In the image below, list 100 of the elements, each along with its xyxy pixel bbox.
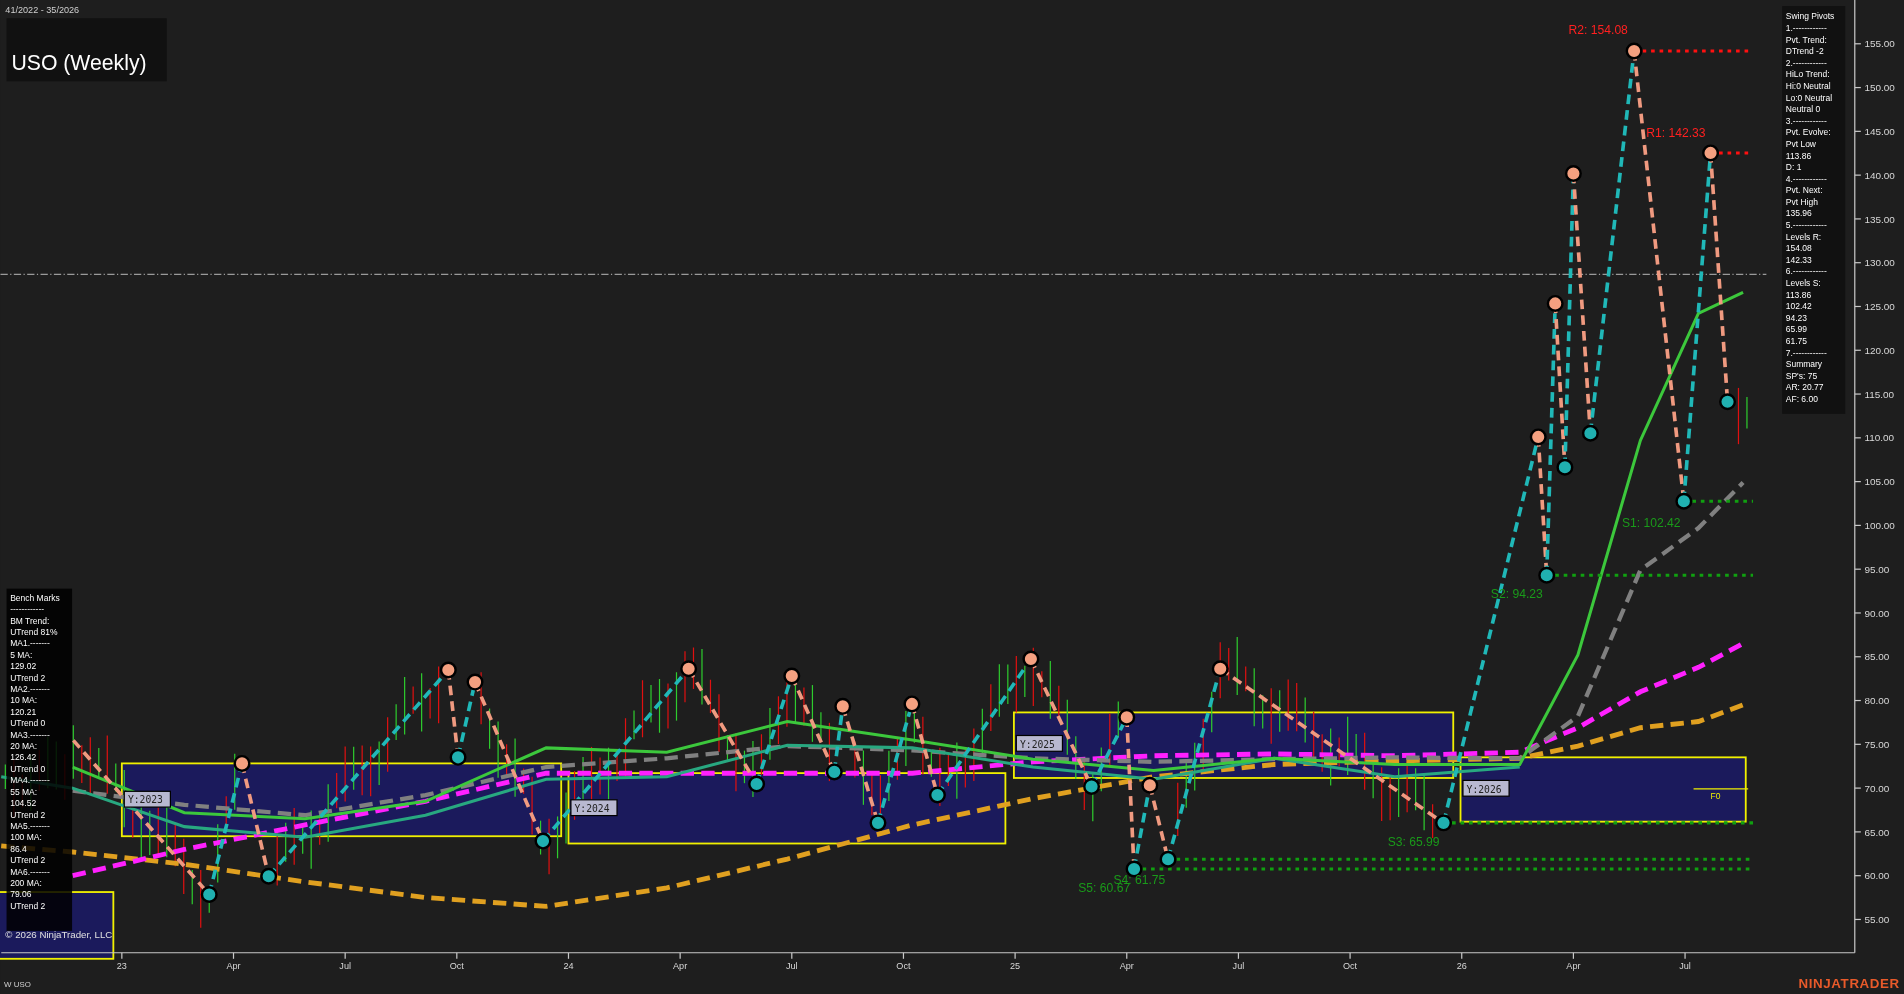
axis-tick: [1854, 699, 1862, 702]
swing-pivot-marker: [466, 673, 484, 691]
swing-pivot-marker: [903, 695, 921, 713]
swing-pivot-marker: [825, 763, 843, 781]
axis-tick: [1854, 130, 1862, 132]
axis-tick: [1854, 656, 1862, 658]
year-tag: Y:2023: [123, 790, 171, 808]
panel-text: 55 MA:: [10, 786, 38, 797]
price-axis-label: 105.00: [1864, 476, 1895, 488]
price-bars-drawing: [1262, 678, 1306, 745]
swing-pivot-marker: [1546, 294, 1564, 312]
swing-pivot-marker: [260, 867, 278, 885]
swing-pivot-marker: [1625, 42, 1643, 60]
price-axis-label: 95.00: [1864, 563, 1890, 575]
panel-text: 5.------------: [1785, 220, 1827, 231]
swing-pivot-marker: [200, 886, 218, 903]
swing-pivot-marker: [1211, 660, 1229, 678]
panel-text: UTrend 81%: [10, 627, 58, 637]
price-axis-label: 65.00: [1864, 826, 1890, 838]
axis-tick: [1854, 174, 1862, 176]
price-axis-label: 110.00: [1864, 432, 1895, 444]
panel-text: 135.96: [1785, 208, 1812, 219]
panel-text: 1.------------: [1785, 23, 1827, 33]
year-tag: Y:2026: [1462, 779, 1510, 797]
axis-tick: [1854, 875, 1862, 877]
panel-text: 100 MA:: [10, 832, 42, 843]
price-axis-label: 120.00: [1864, 344, 1895, 356]
axis-tick: [1237, 952, 1240, 960]
panel-text: Pvt. Next:: [1785, 185, 1823, 196]
panel-text: 86.4: [10, 843, 27, 854]
date-range: 41/2022 - 35/2026: [5, 5, 80, 16]
panel-text: 7.------------: [1785, 347, 1827, 358]
panel-text: AF: 6.00: [1785, 393, 1818, 404]
date-axis-label: Apr: [1119, 960, 1134, 971]
panel-text: Levels S:: [1785, 278, 1821, 288]
axis-tick: [902, 952, 905, 960]
axis-tick: [1854, 831, 1862, 833]
swing-pivot-marker: [1702, 144, 1720, 162]
swing-pivot-marker: [1022, 650, 1040, 668]
axis-tick: [1854, 481, 1862, 483]
axis-tick: [344, 952, 346, 960]
swing-pivot-marker: [439, 661, 457, 679]
panel-text: Lo:0 Neutral: [1785, 92, 1833, 103]
axis-tick: [791, 952, 793, 960]
panel-text: 10 MA:: [10, 695, 38, 706]
panel-text: 20 MA:: [10, 741, 38, 752]
axis-tick: [1349, 952, 1351, 960]
axis-tick: [1854, 218, 1862, 220]
instrument-label: W USO: [4, 979, 31, 989]
axis-tick: [121, 952, 123, 960]
price-axis-label: 55.00: [1864, 914, 1890, 926]
year-tag: Y:2024: [570, 799, 618, 817]
panel-text: Pvt Low: [1785, 138, 1816, 149]
panel-text: UTrend 2: [10, 672, 46, 683]
date-axis-label: Oct: [896, 960, 911, 971]
level-label: S3: 65.99: [1387, 834, 1440, 849]
panel-text: AR: 20.77: [1785, 382, 1824, 393]
swing-pivot-marker: [1564, 165, 1582, 183]
panel-text: HiLo Trend:: [1785, 69, 1830, 80]
date-axis-label: Jul: [339, 960, 351, 971]
date-axis-label: Oct: [449, 960, 464, 971]
panel-text: MA6.-------: [10, 866, 50, 877]
copyright-text: © 2026 NinjaTrader, LLC: [5, 929, 113, 941]
price-axis-label: 150.00: [1864, 82, 1895, 94]
panel-text: Swing Pivots: [1785, 11, 1835, 22]
axis-tick: [1854, 437, 1862, 439]
date-axis-label: Apr: [226, 960, 241, 971]
price-axis-label: 145.00: [1864, 126, 1895, 137]
price-axis-label: 130.00: [1864, 257, 1895, 269]
price-axis-label: 60.00: [1864, 870, 1890, 882]
panel-text: Pvt. Evolve:: [1785, 127, 1831, 138]
axis-tick: [1854, 393, 1862, 395]
axis-tick: [1854, 918, 1862, 921]
swing-pivot-marker: [783, 667, 801, 685]
panel-text: Pvt High: [1785, 196, 1818, 207]
level-label: R2: 154.08: [1568, 23, 1628, 37]
axis-tick: [1014, 952, 1016, 960]
price-axis-label: 100.00: [1864, 520, 1895, 532]
axis-tick: [1126, 952, 1128, 960]
date-axis-label: 26: [1456, 960, 1467, 971]
panel-text: Levels R:: [1785, 231, 1822, 242]
swing-pivot-marker: [1118, 708, 1136, 726]
panel-text: 104.52: [10, 798, 37, 809]
panel-text: 113.86: [1785, 150, 1812, 161]
swing-pivot-marker: [534, 832, 552, 850]
axis-tick: [1684, 952, 1686, 960]
panel-text: 154.08: [1785, 243, 1812, 254]
axis-tick: [232, 952, 235, 960]
panel-text: UTrend 0: [10, 763, 46, 774]
date-axis-label: Jul: [786, 960, 798, 971]
axis-tick: [679, 952, 681, 960]
axis-tick: [1572, 952, 1574, 960]
date-axis-label: 23: [116, 960, 127, 971]
swing-pivot-marker: [834, 697, 852, 715]
panel-text: Hi:0 Neutral: [1785, 80, 1831, 91]
panel-text: 4.------------: [1785, 173, 1827, 184]
panel-text: 126.42: [10, 752, 37, 763]
panel-text: 120.21: [10, 706, 37, 717]
panel-text: 200 MA:: [10, 878, 42, 888]
panel-text: 102.42: [1785, 301, 1812, 312]
